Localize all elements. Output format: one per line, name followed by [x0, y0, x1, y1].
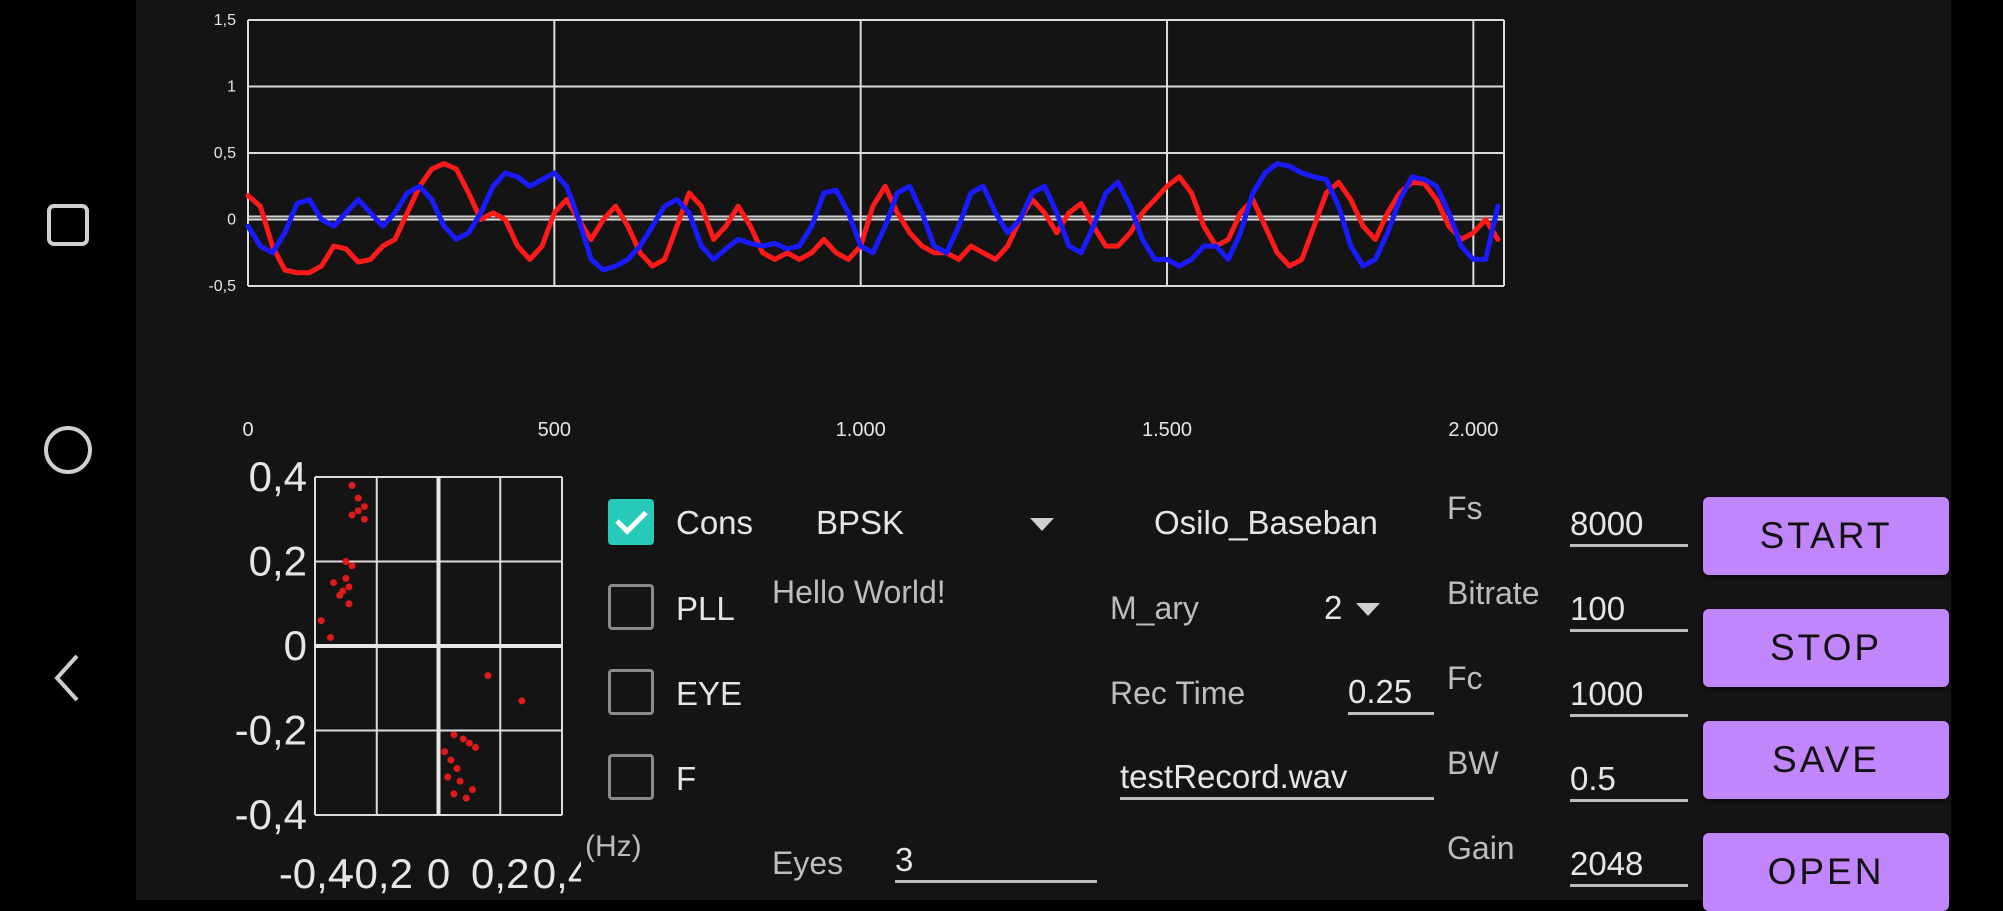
constellation-point [484, 672, 492, 680]
save-button[interactable]: SAVE [1703, 721, 1949, 799]
constellation-point [317, 617, 325, 625]
fc-label: Fc [1447, 660, 1483, 696]
pll-label: PLL [676, 590, 735, 627]
bw-label: BW [1447, 745, 1499, 781]
rec-time-field[interactable]: 0.25 [1348, 672, 1434, 715]
constellation-point [462, 794, 470, 802]
bitrate-label: Bitrate [1447, 575, 1540, 611]
m-ary-label: M_ary [1110, 590, 1199, 626]
y-tick-label: 0 [284, 622, 307, 669]
display-mode-dropdown[interactable]: Osilo_Baseban [1150, 500, 1410, 550]
constellation-point [326, 634, 334, 642]
constellation-point [354, 494, 362, 502]
pll-checkbox[interactable] [608, 584, 654, 630]
circle-icon[interactable] [36, 418, 100, 482]
constellation-point [447, 756, 455, 764]
constellation-point [342, 558, 350, 565]
constellation-point [444, 773, 452, 781]
y-tick-label: 0,2 [249, 538, 307, 585]
m-ary-dropdown[interactable]: 2 [1320, 585, 1390, 635]
constellation-point [342, 574, 350, 582]
start-button[interactable]: START [1703, 497, 1949, 575]
m-ary-value: 2 [1324, 589, 1343, 626]
constellation-point [348, 562, 356, 570]
x-tick-label: 0,2 [471, 850, 529, 897]
bitrate-field[interactable]: 100 [1570, 589, 1688, 632]
y-tick-label: 0 [227, 212, 236, 229]
constellation-point [468, 786, 476, 794]
constellation-point [450, 790, 458, 798]
constellation-point [348, 511, 356, 519]
chevron-down-icon [1030, 518, 1054, 531]
chevron-down-icon [1356, 603, 1380, 616]
display-mode-value: Osilo_Baseban [1154, 504, 1378, 541]
modulation-dropdown[interactable]: BPSK [812, 500, 1062, 550]
constellation-point [459, 735, 467, 743]
y-tick-label: -0,2 [235, 707, 307, 754]
gain-field[interactable]: 2048 [1570, 844, 1688, 887]
x-tick-label: 0 [427, 850, 450, 897]
x-tick-label: 500 [538, 419, 571, 441]
rec-time-label: Rec Time [1110, 675, 1246, 711]
red-signal-line [245, 161, 1501, 276]
fs-label: Fs [1447, 490, 1483, 526]
x-tick-label: 0 [242, 419, 253, 441]
square-icon[interactable] [36, 193, 100, 257]
y-tick-label: 0,4 [249, 455, 307, 500]
constellation-point [360, 503, 368, 511]
constellation-point [345, 583, 353, 591]
x-tick-label: 0,4 [533, 850, 581, 897]
f-label: F [676, 760, 697, 797]
fs-field[interactable]: 8000 [1570, 504, 1688, 547]
x-tick-label: 1.500 [1142, 419, 1192, 441]
stop-button[interactable]: STOP [1703, 609, 1949, 687]
constellation-grid [314, 476, 563, 816]
constellation-chart: -0,4-0,200,20,4-0,4-0,2 0 0,2 0,4 [235, 455, 581, 897]
constellation-point [450, 731, 458, 739]
constellation-point [330, 579, 338, 587]
constellation-point [360, 515, 368, 523]
x-tick-label: 1.000 [836, 419, 886, 441]
modulation-value: BPSK [816, 504, 905, 541]
eyes-field[interactable]: 3 [895, 840, 1097, 883]
f-checkbox[interactable] [608, 754, 654, 800]
navigation-bar [0, 0, 136, 900]
x-tick-label: 2.000 [1448, 419, 1498, 441]
fc-field[interactable]: 1000 [1570, 674, 1688, 717]
gain-label: Gain [1447, 830, 1515, 866]
constellation-point [345, 600, 353, 608]
message-text: Hello World! [772, 574, 946, 610]
filename-field[interactable]: testRecord.wav [1120, 757, 1434, 800]
cons-checkbox[interactable] [608, 499, 654, 545]
chart-series [245, 161, 1501, 276]
constellation-point [354, 507, 362, 515]
constellation-point [472, 743, 480, 751]
y-tick-label: 0,5 [214, 145, 236, 162]
eye-label: EYE [676, 675, 743, 712]
constellation-point [518, 697, 526, 705]
constellation-point [348, 481, 356, 489]
x-tick-label: -0,2 [341, 850, 413, 897]
constellation-point [441, 748, 449, 756]
y-tick-label: 1,5 [214, 12, 236, 29]
y-tick-label: -0,5 [208, 278, 236, 295]
constellation-tick-labels: -0,4-0,200,20,4-0,4-0,2 0 0,2 0,4 [235, 455, 581, 897]
right-edge [1951, 0, 2003, 900]
cons-label: Cons [676, 504, 754, 541]
back-chevron-icon[interactable] [36, 646, 100, 710]
hz-label: (Hz) [585, 830, 642, 863]
constellation-points [317, 481, 526, 802]
constellation-point [453, 765, 461, 773]
constellation-point [456, 777, 464, 785]
open-button[interactable]: OPEN [1703, 833, 1949, 911]
signal-chart: -0,5 0 0,5 1 1,5 0 500 1.000 1.500 2.000 [208, 12, 1505, 441]
constellation-point [465, 739, 473, 747]
constellation-point [336, 591, 344, 599]
y-tick-label: -0,4 [235, 791, 307, 838]
eyes-label: Eyes [772, 845, 844, 881]
y-tick-label: 1 [227, 79, 236, 96]
bw-field[interactable]: 0.5 [1570, 759, 1688, 802]
eye-checkbox[interactable] [608, 669, 654, 715]
